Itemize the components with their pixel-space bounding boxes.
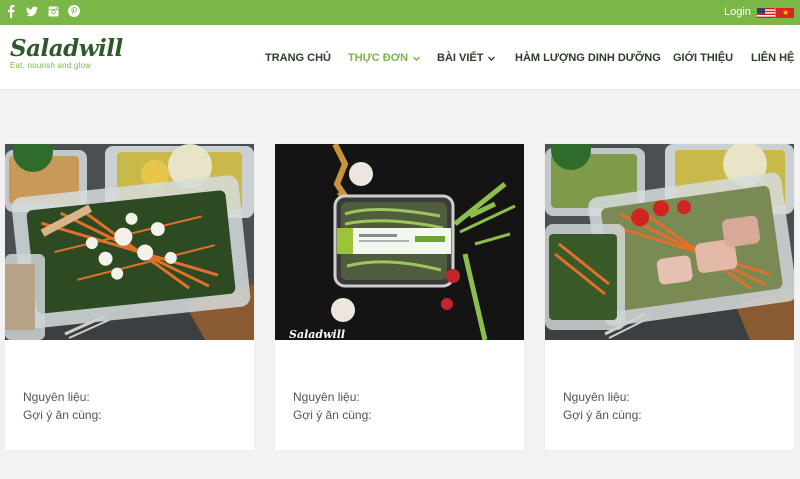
pairing-label: Gợi ý ăn cùng: — [563, 408, 642, 422]
nav-label: HÀM LƯỢNG DINH DƯỠNG — [515, 52, 661, 64]
pinterest-icon[interactable] — [68, 4, 80, 18]
chevron-down-icon — [413, 56, 421, 61]
nav-item-ham-luong-dinh-duong[interactable]: HÀM LƯỢNG DINH DƯỠNG — [515, 52, 661, 64]
facebook-icon[interactable] — [5, 4, 17, 18]
vn-flag-icon[interactable]: ★ — [776, 8, 794, 18]
chevron-down-icon — [488, 56, 496, 61]
nav-item-thuc-don[interactable]: THỰC ĐƠN — [348, 52, 421, 64]
ingredients-label: Nguyên liệu: — [293, 390, 360, 404]
nav-label: TRANG CHỦ — [265, 52, 331, 64]
pairing-label: Gợi ý ăn cùng: — [23, 408, 102, 422]
nav-item-lien-he[interactable]: LIÊN HỆ — [751, 52, 794, 64]
ingredients-label: Nguyên liệu: — [23, 390, 90, 404]
social-links — [5, 4, 80, 18]
photo-watermark: Saladwill — [289, 328, 345, 340]
top-bar: Login ★ — [0, 0, 800, 25]
main-nav: TRANG CHỦ THỰC ĐƠN BÀI VIẾT HÀM LƯỢNG DI… — [0, 52, 800, 66]
nav-item-gioi-thieu[interactable]: GIỚI THIỆU — [673, 52, 733, 64]
instagram-icon[interactable] — [47, 4, 59, 18]
product-card[interactable]: Nguyên liệu: Gợi ý ăn cùng: — [545, 144, 794, 450]
microgreens-box-photo[interactable]: Saladwill — [275, 144, 524, 340]
twitter-icon[interactable] — [26, 4, 38, 18]
nav-label: GIỚI THIỆU — [673, 52, 734, 64]
us-flag-icon[interactable] — [757, 8, 775, 18]
login-link[interactable]: Login — [724, 6, 751, 18]
ingredients-label: Nguyên liệu: — [563, 390, 630, 404]
pairing-label: Gợi ý ăn cùng: — [293, 408, 372, 422]
nav-label: THỰC ĐƠN — [348, 52, 409, 64]
nav-item-trang-chu[interactable]: TRANG CHỦ — [265, 52, 331, 64]
nav-label: LIÊN HỆ — [751, 52, 795, 64]
nav-label: BÀI VIẾT — [437, 52, 484, 64]
salad-boxes-photo[interactable] — [5, 144, 254, 340]
nav-item-bai-viet[interactable]: BÀI VIẾT — [437, 52, 496, 64]
product-card[interactable]: Saladwill Nguyên liệu: Gợi ý ăn cùng: — [275, 144, 524, 450]
site-header: Saladwill Eat, nourish and glow TRANG CH… — [0, 25, 800, 89]
product-card[interactable]: Nguyên liệu: Gợi ý ăn cùng: — [5, 144, 254, 450]
salad-boxes-photo[interactable] — [545, 144, 794, 340]
